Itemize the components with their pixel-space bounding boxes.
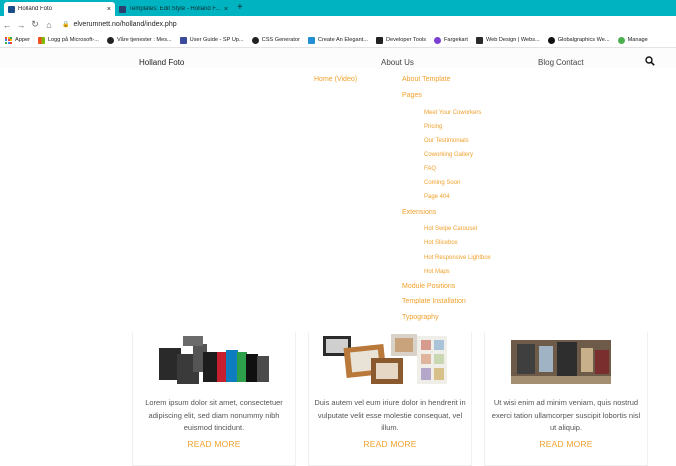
tab-templates-edit-style[interactable]: Templates: Edit Style - Holland F... × [115,2,232,16]
tab-title: Holland Foto [18,6,53,12]
bookmark-label: Developer Tools [385,37,426,43]
search-icon[interactable] [645,56,655,66]
mega-menu-dropdown: Home (Video) About Template Pages Meet Y… [0,68,676,332]
menu-page-item[interactable]: Coworking Gallery [424,152,473,158]
bookmark-item[interactable]: Developer Tools [375,36,426,44]
nav-blog[interactable]: Blog [538,58,554,67]
bookmark-item[interactable]: Manage [617,36,648,44]
x-icon [307,36,315,44]
tab-title: Templates: Edit Style - Holland F... [129,6,221,12]
menu-page-item[interactable]: FAQ [424,166,436,172]
bookmark-item[interactable]: Fargekart [434,36,468,44]
bookmark-label: Create An Elegant... [317,37,368,43]
tab-holland-foto[interactable]: Holland Foto × [4,2,115,16]
microsoft-icon [37,36,45,44]
bookmark-label: Apper [15,37,30,43]
site-header: Holland Foto About Us Blog Contact [0,48,676,78]
menu-extension-item[interactable]: Hot Swipe Carousel [424,226,477,232]
read-more-link[interactable]: READ MORE [309,439,471,449]
bookmark-label: Fargekart [444,37,468,43]
globe-icon [251,36,259,44]
code-icon [375,36,383,44]
site-logo[interactable]: Holland Foto [139,58,184,67]
bookmark-item[interactable]: User Guide - SP Up... [179,36,244,44]
menu-page-item[interactable]: Meet Your Coworkers [424,110,481,116]
bookmark-label: Web Design | Webs... [485,37,540,43]
reload-icon[interactable]: ↻ [28,18,42,32]
address-bar[interactable]: 🔒 elverumnett.no/holland/index.php [62,21,177,28]
k-icon [179,36,187,44]
apps-grid-icon [5,36,12,44]
browser-tab-strip: Holland Foto × Templates: Edit Style - H… [0,0,676,16]
menu-pages[interactable]: Pages [402,92,422,99]
nav-contact[interactable]: Contact [556,58,584,67]
bookmark-item[interactable]: Web Design | Webs... [475,36,540,44]
bookmark-label: Manage [627,37,648,43]
bookmark-label: Våre tjenester : Mes... [116,37,172,43]
bookmark-item[interactable]: Globalgraphics We... [547,36,610,44]
close-tab-icon[interactable]: × [224,6,228,13]
palette-icon [434,36,441,44]
bookmark-item[interactable]: Create An Elegant... [307,36,368,44]
menu-page-item[interactable]: Pricing [424,124,442,130]
browser-toolbar: ← → ↻ ⌂ 🔒 elverumnett.no/holland/index.p… [0,16,676,33]
web-page: Home (Video) About Template Pages Meet Y… [0,48,676,466]
card-text: Duis autem vel eum iriure dolor in hendr… [314,398,466,432]
card-text: Ut wisi enim ad minim veniam, quis nostr… [491,398,641,432]
feature-card: Duis autem vel eum iriure dolor in hendr… [308,332,472,466]
pen-icon [475,36,483,44]
read-more-link[interactable]: READ MORE [485,439,647,449]
favicon-icon [8,5,15,13]
menu-extensions[interactable]: Extensions [402,209,436,216]
home-icon[interactable]: ⌂ [42,18,56,32]
bookmark-label: Globalgraphics We... [557,37,610,43]
bookmark-item[interactable]: Logg på Microsoft-... [37,36,99,44]
read-more-link[interactable]: READ MORE [133,439,295,449]
bookmark-label: Logg på Microsoft-... [47,37,99,43]
menu-extension-item[interactable]: Hot Slicebox [424,240,458,246]
menu-typography[interactable]: Typography [402,314,439,321]
lock-icon: 🔒 [62,22,70,28]
card-text: Lorem ipsum dolor sit amet, consectetuer… [145,398,283,432]
menu-extension-item[interactable]: Hot Responsive Lightbox [424,255,491,261]
menu-page-item[interactable]: Page 404 [424,194,450,200]
bookmark-label: CSS Generator [261,37,300,43]
close-tab-icon[interactable]: × [107,6,111,13]
bookmark-item[interactable]: CSS Generator [251,36,300,44]
back-icon[interactable]: ← [0,18,14,32]
circle-icon [617,36,625,44]
menu-page-item[interactable]: Coming Soon [424,180,460,186]
chat-icon [547,36,555,44]
globe-icon [106,36,114,44]
feature-card: Lorem ipsum dolor sit amet, consectetuer… [132,332,296,466]
bookmark-item[interactable]: Apper [5,36,30,44]
menu-page-item[interactable]: Our Testimonials [424,138,469,144]
joomla-icon [119,5,126,13]
bookmark-item[interactable]: Våre tjenester : Mes... [106,36,172,44]
menu-extension-item[interactable]: Hot Maps [424,269,450,275]
nav-about-us[interactable]: About Us [381,58,414,67]
new-tab-button[interactable]: + [237,2,243,14]
photo-studio-image [499,332,635,384]
menu-module-positions[interactable]: Module Positions [402,283,455,290]
bookmarks-bar: Apper Logg på Microsoft-... Våre tjenest… [0,33,676,48]
photo-frames-image [323,334,447,384]
bookmark-label: User Guide - SP Up... [189,37,244,43]
menu-template-installation[interactable]: Template Installation [402,298,466,305]
photo-albums-image [159,336,269,384]
address-text: elverumnett.no/holland/index.php [73,21,177,28]
forward-icon[interactable]: → [14,18,28,32]
feature-card: Ut wisi enim ad minim veniam, quis nostr… [484,332,648,466]
